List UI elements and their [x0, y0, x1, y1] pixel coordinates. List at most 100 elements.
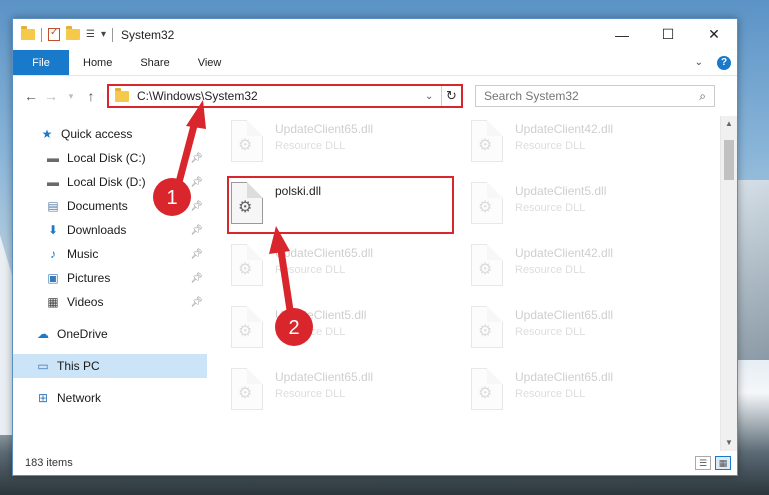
tab-home[interactable]: Home: [69, 50, 126, 75]
window-controls: — ☐ ✕: [599, 19, 737, 50]
maximize-button[interactable]: ☐: [645, 19, 691, 50]
nav-item-label: Documents: [67, 199, 128, 213]
dll-file-icon: ⚙: [471, 368, 503, 410]
tiles-view-icon[interactable]: ▦: [715, 456, 731, 470]
file-item[interactable]: ⚙ UpdateClient42.dll Resource DLL: [471, 120, 701, 178]
address-bar[interactable]: C:\Windows\System32 ⌄ ↻: [107, 84, 463, 108]
view-options-icon[interactable]: ☰: [86, 29, 95, 40]
nav-item-label: OneDrive: [57, 327, 108, 341]
title-bar: ☰ ▾ System32 — ☐ ✕: [13, 19, 737, 50]
scroll-thumb[interactable]: [724, 140, 734, 180]
star-icon: ★: [41, 127, 53, 141]
nav-item-label: Network: [57, 391, 102, 405]
item-count: 183 items: [25, 457, 73, 469]
content-area: ★ Quick access ▬ Local Disk (C:) 📌︎ ▬ Lo…: [13, 116, 737, 451]
vertical-scrollbar[interactable]: ▲ ▼: [720, 116, 737, 451]
network-icon: ⊞: [37, 391, 49, 405]
pin-icon: 📌︎: [190, 224, 203, 236]
status-bar: 183 items ☰ ▦: [13, 451, 737, 475]
file-item[interactable]: ⚙ UpdateClient65.dll Resource DLL: [231, 244, 461, 302]
file-type: Resource DLL: [515, 326, 586, 338]
dll-file-icon: ⚙: [471, 120, 503, 162]
file-highlight-box: [227, 176, 454, 234]
quick-access-toolbar: ☰ ▾: [21, 26, 113, 42]
search-box[interactable]: ⌕: [475, 85, 715, 107]
file-type: Resource DLL: [275, 140, 346, 152]
forward-arrow-icon[interactable]: →: [41, 88, 61, 104]
file-name: UpdateClient65.dll: [275, 370, 374, 384]
videos-icon: ▦: [47, 295, 59, 309]
pin-icon: 📌︎: [190, 248, 203, 260]
customize-dropdown-icon[interactable]: ▾: [101, 29, 106, 40]
file-type: Resource DLL: [515, 264, 586, 276]
file-type: Resource DLL: [275, 264, 346, 276]
file-item[interactable]: ⚙ UpdateClient65.dll Resource DLL: [231, 368, 461, 426]
explorer-window: ☰ ▾ System32 — ☐ ✕ File Home Share View …: [12, 18, 738, 476]
dll-file-icon: ⚙: [471, 182, 503, 224]
window-title: System32: [121, 27, 175, 42]
folder-icon[interactable]: [21, 26, 35, 40]
tab-view[interactable]: View: [184, 50, 236, 75]
scroll-up-icon[interactable]: ▲: [721, 116, 737, 132]
properties-icon[interactable]: [48, 27, 60, 41]
details-view-icon[interactable]: ☰: [695, 456, 711, 470]
computer-icon: ▭: [37, 359, 49, 373]
dll-file-icon: ⚙: [231, 368, 263, 410]
nav-videos[interactable]: ▦ Videos 📌︎: [13, 290, 207, 314]
nav-downloads[interactable]: ⬇ Downloads 📌︎: [13, 218, 207, 242]
close-button[interactable]: ✕: [691, 19, 737, 50]
refresh-icon[interactable]: ↻: [441, 86, 461, 106]
new-folder-icon[interactable]: [66, 26, 80, 40]
file-name: UpdateClient65.dll: [515, 370, 614, 384]
nav-local-disk-c[interactable]: ▬ Local Disk (C:) 📌︎: [13, 146, 207, 170]
nav-quick-access[interactable]: ★ Quick access: [13, 122, 207, 146]
nav-local-disk-d[interactable]: ▬ Local Disk (D:) 📌︎: [13, 170, 207, 194]
tab-file[interactable]: File: [13, 50, 69, 75]
file-name: UpdateClient5.dll: [515, 184, 607, 198]
expand-ribbon-icon[interactable]: ⌄: [695, 57, 703, 68]
nav-item-label: Downloads: [67, 223, 127, 237]
pin-icon: 📌︎: [190, 176, 203, 188]
file-name: UpdateClient42.dll: [515, 122, 614, 136]
pin-icon: 📌︎: [190, 152, 203, 164]
file-name: UpdateClient42.dll: [515, 246, 614, 260]
dll-file-icon: ⚙: [471, 244, 503, 286]
search-input[interactable]: [484, 89, 700, 103]
nav-onedrive[interactable]: ☁ OneDrive: [13, 322, 207, 346]
folder-icon: [115, 87, 129, 102]
nav-item-label: Music: [67, 247, 99, 261]
file-item[interactable]: ⚙ UpdateClient42.dll Resource DLL: [471, 244, 701, 302]
file-type: Resource DLL: [275, 388, 346, 400]
pictures-icon: ▣: [47, 271, 59, 285]
pin-icon: 📌︎: [190, 200, 203, 212]
help-icon[interactable]: ?: [717, 55, 731, 70]
nav-item-label: Pictures: [67, 271, 111, 285]
nav-item-label: Local Disk (C:): [67, 151, 146, 165]
scroll-down-icon[interactable]: ▼: [721, 435, 737, 451]
music-icon: ♪: [50, 247, 56, 261]
nav-music[interactable]: ♪ Music 📌︎: [13, 242, 207, 266]
pin-icon: 📌︎: [190, 296, 203, 308]
up-arrow-icon[interactable]: ↑: [81, 88, 101, 104]
nav-documents[interactable]: ▤ Documents 📌︎: [13, 194, 207, 218]
toolbar-separator: [41, 27, 42, 42]
back-arrow-icon[interactable]: ←: [21, 88, 41, 104]
nav-this-pc[interactable]: ▭ This PC: [13, 354, 207, 378]
nav-network[interactable]: ⊞ Network: [13, 386, 207, 410]
nav-pictures[interactable]: ▣ Pictures 📌︎: [13, 266, 207, 290]
file-item[interactable]: ⚙ UpdateClient65.dll Resource DLL: [471, 306, 701, 364]
address-path[interactable]: C:\Windows\System32: [137, 89, 425, 103]
minimize-button[interactable]: —: [599, 19, 645, 50]
search-icon[interactable]: ⌕: [699, 89, 706, 104]
file-list: ⚙ UpdateClient65.dll Resource DLL ⚙ Upda…: [207, 116, 720, 451]
file-item[interactable]: ⚙ UpdateClient5.dll Resource DLL: [231, 306, 461, 364]
nav-item-label: Videos: [67, 295, 104, 309]
tab-share[interactable]: Share: [126, 50, 183, 75]
chevron-down-icon[interactable]: ⌄: [425, 91, 441, 102]
documents-icon: ▤: [47, 199, 59, 213]
file-item[interactable]: ⚙ UpdateClient5.dll Resource DLL: [471, 182, 701, 240]
file-item[interactable]: ⚙ UpdateClient65.dll Resource DLL: [231, 120, 461, 178]
nav-item-label: Quick access: [61, 127, 133, 141]
recent-locations-icon[interactable]: ▾: [61, 91, 81, 102]
file-item[interactable]: ⚙ UpdateClient65.dll Resource DLL: [471, 368, 701, 426]
